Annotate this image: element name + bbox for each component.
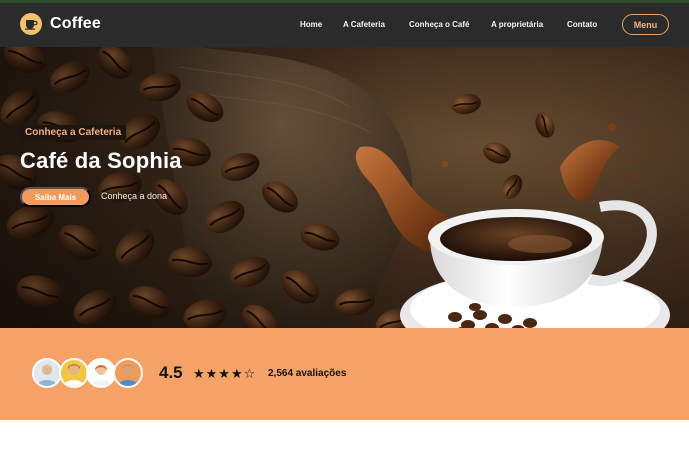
nav-links: Home A Cafeteria Conheça o Café A propri…	[0, 20, 689, 34]
hero-section: Conheça a Cafeteria Café da Sophia Saiba…	[0, 47, 689, 330]
hero-background-image	[0, 47, 689, 330]
nav-conheca-cafe[interactable]: Conheça o Café	[409, 20, 469, 29]
avatar	[86, 358, 116, 388]
review-count: 2,564 avaliações	[268, 368, 347, 379]
nav-contato[interactable]: Contato	[567, 20, 597, 29]
conheca-dona-link[interactable]: Conheça a dona	[101, 191, 167, 201]
avatar	[32, 358, 62, 388]
reviewer-avatars	[32, 358, 144, 390]
nav-proprietaria[interactable]: A proprietária	[491, 20, 543, 29]
rating-value: 4.5	[159, 363, 183, 382]
menu-button[interactable]: Menu	[622, 14, 669, 35]
hero-title: Café da Sophia	[20, 148, 182, 173]
navbar: Coffee Home A Cafeteria Conheça o Café A…	[0, 3, 689, 47]
saiba-mais-button[interactable]: Saiba Mais	[20, 187, 91, 207]
star-rating-icon: ★★★★☆	[193, 366, 257, 381]
avatar	[59, 358, 89, 388]
nav-cafeteria[interactable]: A Cafeteria	[343, 20, 385, 29]
hero-eyebrow: Conheça a Cafeteria	[20, 125, 127, 140]
page-bottom	[0, 420, 689, 460]
nav-home[interactable]: Home	[300, 20, 322, 29]
avatar	[113, 358, 143, 388]
